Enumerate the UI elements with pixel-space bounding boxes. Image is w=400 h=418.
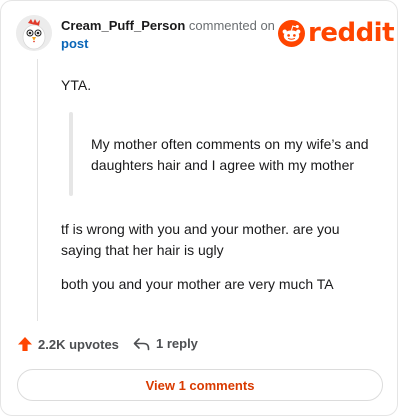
chicken-avatar-icon: [16, 15, 52, 51]
reddit-logo: reddit: [278, 18, 395, 48]
commented-on-text: commented on: [188, 18, 275, 33]
thread-line[interactable]: [37, 59, 38, 321]
reply-button[interactable]: 1 reply: [133, 336, 198, 351]
comment-paragraph-1: tf is wrong with you and your mother. ar…: [61, 221, 340, 258]
quoted-text: My mother often comments on my wife’s an…: [91, 136, 369, 173]
reply-count: 1 reply: [156, 336, 198, 351]
upvote-button[interactable]: 2.2K upvotes: [17, 336, 119, 352]
upvote-count: 2.2K upvotes: [38, 336, 119, 352]
author-line: Cream_Puff_Person commented on: [61, 18, 275, 34]
comment-opening: YTA.: [61, 77, 92, 93]
avatar[interactable]: [16, 15, 52, 51]
comment-paragraph-2: both you and your mother are very much T…: [61, 276, 334, 292]
view-comments-button[interactable]: View 1 comments: [17, 369, 383, 401]
reddit-wordmark: reddit: [308, 18, 395, 48]
author-name[interactable]: Cream_Puff_Person: [61, 18, 185, 33]
reddit-snoo-icon: [278, 19, 305, 47]
blockquote-bar: [69, 112, 73, 196]
upvote-arrow-icon: [18, 337, 32, 351]
comment-card: Cream_Puff_Person commented on post redd…: [0, 0, 398, 416]
reply-arrow-icon: [133, 337, 150, 350]
post-link[interactable]: post: [61, 36, 88, 52]
